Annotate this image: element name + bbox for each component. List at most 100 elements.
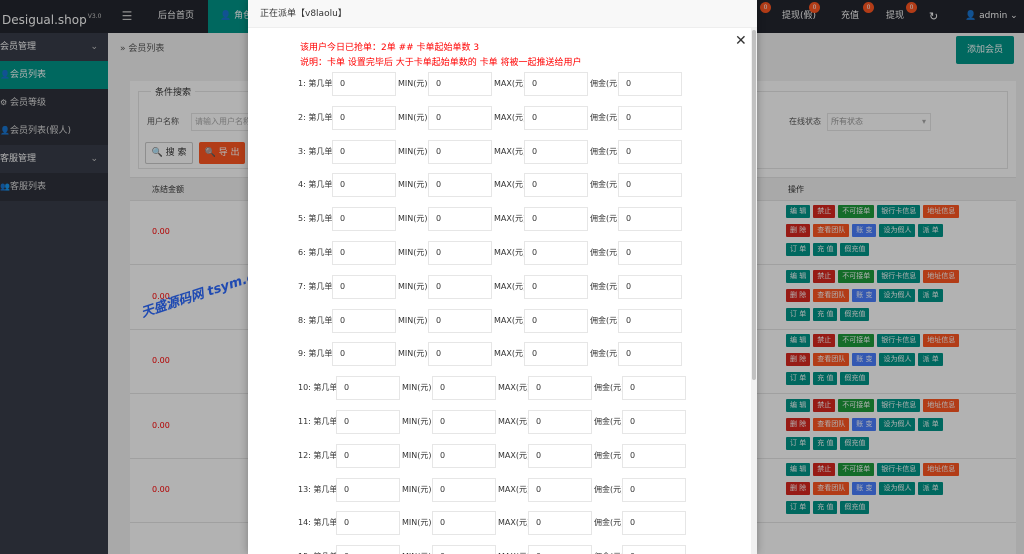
min-input[interactable]: 0 [428,173,492,198]
order-input[interactable]: 0 [336,477,400,502]
field-label: 4: 第几单 [298,173,332,197]
commission-label: 佣金(元) [594,484,625,494]
order-input[interactable]: 0 [336,410,400,434]
info-description: 说明：卡单 设置完毕后 大于卡单起始单数的 卡单 将被一起推送给用户 [300,58,582,68]
commission-input[interactable]: 0 [618,139,682,164]
max-input[interactable]: 0 [524,274,588,299]
order-label: 第几单 [308,180,333,190]
order-label: 第几单 [308,146,333,156]
order-input[interactable]: 0 [332,241,396,265]
max-label: MAX(元) [498,450,531,460]
dispatch-row: 13: 第几单 0 MIN(元) 0 MAX(元) 0 佣金(元) 0 [298,477,718,502]
order-input[interactable]: 0 [332,342,396,367]
min-input[interactable]: 0 [428,241,492,265]
min-input[interactable]: 0 [428,105,492,130]
min-input[interactable]: 0 [432,376,496,401]
commission-input[interactable]: 0 [618,105,682,130]
order-input[interactable]: 0 [332,72,396,96]
commission-label: 佣金(元) [594,383,625,393]
commission-input[interactable]: 0 [622,376,686,401]
max-input[interactable]: 0 [524,308,588,333]
max-input[interactable]: 0 [528,410,592,434]
commission-input[interactable]: 0 [622,511,686,536]
commission-label: 佣金(元) [590,248,621,257]
row-index: 11: [298,417,311,426]
order-input[interactable]: 0 [336,443,400,468]
max-input[interactable]: 0 [524,173,588,198]
field-label: 1: 第几单 [298,72,332,96]
min-input[interactable]: 0 [428,207,492,232]
dispatch-row: 9: 第几单 0 MIN(元) 0 MAX(元) 0 佣金(元) 0 [298,342,718,367]
order-input[interactable]: 0 [336,376,400,401]
max-input[interactable]: 0 [528,376,592,401]
modal-scrollbar[interactable] [751,28,757,554]
commission-input[interactable]: 0 [622,410,686,434]
order-input[interactable]: 0 [332,105,396,130]
max-input[interactable]: 0 [528,443,592,468]
order-input[interactable]: 0 [332,207,396,232]
row-index: 14: [298,518,311,528]
field-label: MAX(元) [498,545,530,554]
field-label: 13: 第几单 [298,478,337,502]
dispatch-row: 7: 第几单 0 MIN(元) 0 MAX(元) 0 佣金(元) 0 [298,274,718,299]
field-label: 7: 第几单 [298,275,332,299]
dispatch-row: 1: 第几单 0 MIN(元) 0 MAX(元) 0 佣金(元) 0 [298,72,718,96]
dispatch-row: 3: 第几单 0 MIN(元) 0 MAX(元) 0 佣金(元) 0 [298,139,718,164]
commission-input[interactable]: 0 [618,342,682,367]
max-input[interactable]: 0 [528,511,592,536]
min-input[interactable]: 0 [432,511,496,536]
min-label: MIN(元) [398,180,428,190]
min-input[interactable]: 0 [428,139,492,164]
order-input[interactable]: 0 [332,274,396,299]
max-input[interactable]: 0 [524,342,588,367]
max-input[interactable]: 0 [524,241,588,265]
min-input[interactable]: 0 [432,410,496,434]
close-icon[interactable]: ✕ [735,34,747,48]
field-label: 6: 第几单 [298,241,332,265]
order-input[interactable]: 0 [332,308,396,333]
max-input[interactable]: 0 [528,477,592,502]
row-index: 12: [298,450,311,460]
scrollbar-thumb[interactable] [752,30,756,380]
max-input[interactable]: 0 [524,207,588,232]
field-label: MIN(元) [398,106,428,130]
commission-input[interactable]: 0 [618,308,682,333]
field-label: MIN(元) [398,342,428,366]
min-input[interactable]: 0 [432,545,496,554]
max-label: MAX(元) [494,281,527,291]
row-index: 5: [298,214,306,224]
order-input[interactable]: 0 [332,139,396,164]
order-label: 第几单 [308,214,333,224]
max-input[interactable]: 0 [524,139,588,164]
commission-input[interactable]: 0 [618,241,682,265]
field-label: MIN(元) [398,173,428,197]
order-input[interactable]: 0 [332,173,396,198]
max-input[interactable]: 0 [528,545,592,554]
commission-input[interactable]: 0 [618,173,682,198]
commission-input[interactable]: 0 [618,72,682,96]
min-label: MIN(元) [402,417,432,426]
field-label: MAX(元) [494,173,526,197]
commission-input[interactable]: 0 [622,443,686,468]
max-input[interactable]: 0 [524,72,588,96]
min-input[interactable]: 0 [428,72,492,96]
dispatch-row: 14: 第几单 0 MIN(元) 0 MAX(元) 0 佣金(元) 0 [298,511,718,536]
max-input[interactable]: 0 [524,105,588,130]
dispatch-row: 12: 第几单 0 MIN(元) 0 MAX(元) 0 佣金(元) 0 [298,443,718,468]
order-input[interactable]: 0 [336,511,400,536]
min-input[interactable]: 0 [432,443,496,468]
min-label: MIN(元) [398,248,428,257]
order-input[interactable]: 0 [336,545,400,554]
commission-input[interactable]: 0 [618,274,682,299]
field-label: MAX(元) [494,106,526,130]
max-label: MAX(元) [494,315,527,325]
dispatch-row: 2: 第几单 0 MIN(元) 0 MAX(元) 0 佣金(元) 0 [298,105,718,130]
field-label: 佣金(元) [594,545,624,554]
commission-input[interactable]: 0 [622,477,686,502]
min-input[interactable]: 0 [428,342,492,367]
commission-input[interactable]: 0 [618,207,682,232]
min-input[interactable]: 0 [428,274,492,299]
commission-input[interactable]: 0 [622,545,686,554]
min-input[interactable]: 0 [428,308,492,333]
min-input[interactable]: 0 [432,477,496,502]
